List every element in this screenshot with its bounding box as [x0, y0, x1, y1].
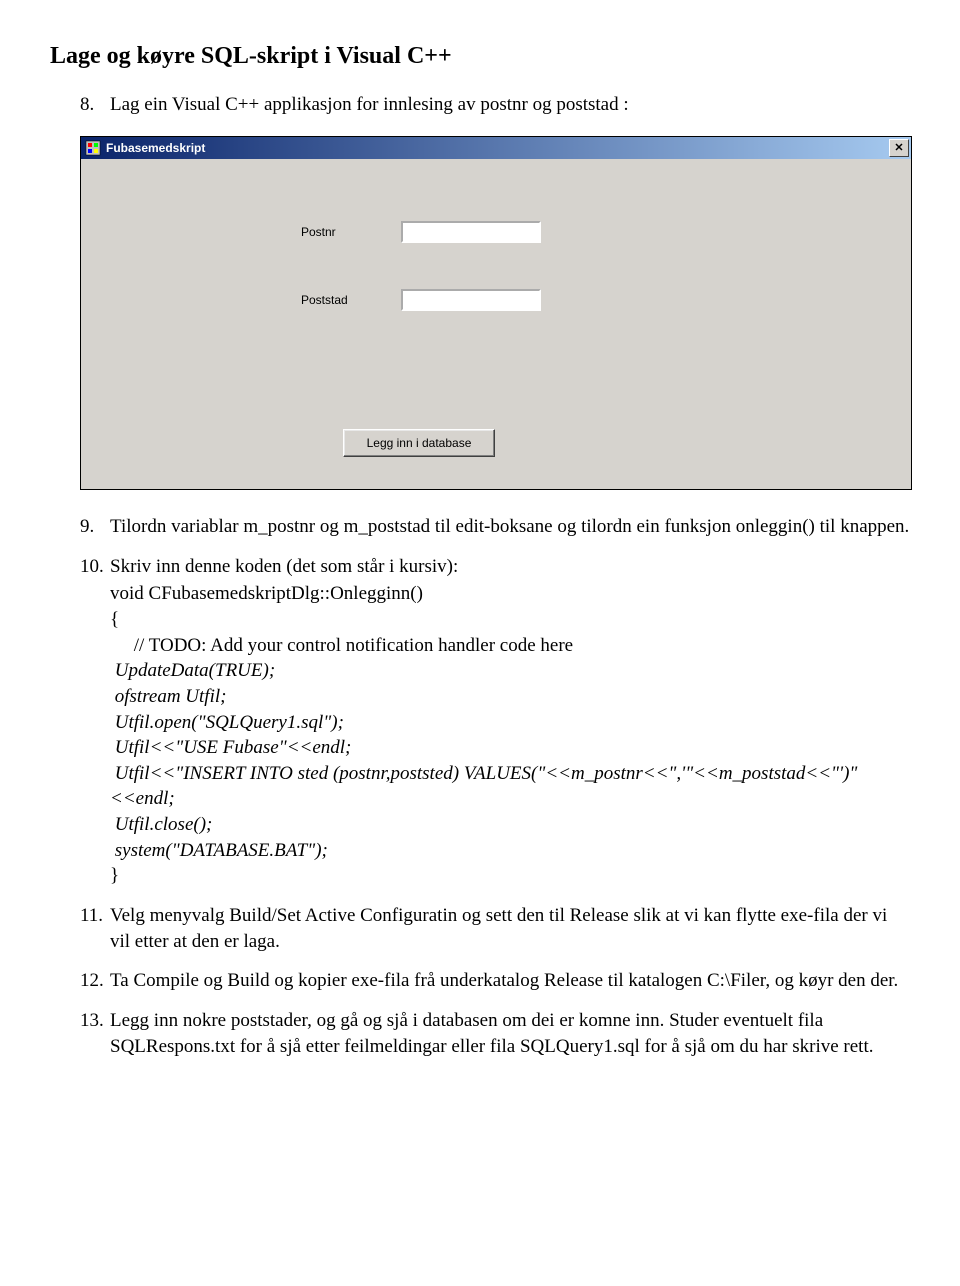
- list-text: Lag ein Visual C++ applikasjon for innle…: [110, 92, 910, 118]
- poststad-input[interactable]: [401, 289, 541, 311]
- code-line: }: [110, 863, 910, 889]
- code-line: Utfil.open("SQLQuery1.sql");: [110, 710, 910, 736]
- code-block: void CFubasemedskriptDlg::Onlegginn() { …: [110, 581, 910, 889]
- submit-button-label: Legg inn i database: [367, 435, 472, 451]
- submit-button[interactable]: Legg inn i database: [343, 429, 495, 457]
- postnr-input[interactable]: [401, 221, 541, 243]
- list-text: Ta Compile og Build og kopier exe-fila f…: [110, 968, 910, 994]
- close-icon: ✕: [894, 141, 903, 156]
- poststad-label: Poststad: [301, 292, 401, 308]
- code-line: system("DATABASE.BAT");: [110, 838, 910, 864]
- list-text: Tilordn variablar m_postnr og m_poststad…: [110, 514, 910, 540]
- list-number: 13.: [80, 1008, 110, 1059]
- list-text: Legg inn nokre poststader, og gå og sjå …: [110, 1008, 910, 1059]
- list-item-9: 9. Tilordn variablar m_postnr og m_posts…: [80, 514, 910, 540]
- dialog-body: Postnr Poststad Legg inn i database: [81, 159, 911, 489]
- dialog-titlebar: Fubasemedskript ✕: [81, 137, 911, 159]
- list-number: 8.: [80, 92, 110, 118]
- list-number: 9.: [80, 514, 110, 540]
- poststad-row: Poststad: [301, 289, 541, 311]
- code-line: Utfil<<"INSERT INTO sted (postnr,postste…: [110, 761, 910, 812]
- code-line: {: [110, 607, 910, 633]
- list-number: 10.: [80, 554, 110, 580]
- list-item-12: 12. Ta Compile og Build og kopier exe-fi…: [80, 968, 910, 994]
- dialog-title: Fubasemedskript: [106, 140, 205, 156]
- code-line: Utfil<<"USE Fubase"<<endl;: [110, 735, 910, 761]
- code-line: Utfil.close();: [110, 812, 910, 838]
- list-number: 12.: [80, 968, 110, 994]
- page-heading: Lage og køyre SQL-skript i Visual C++: [50, 40, 910, 72]
- screenshot-dialog: Fubasemedskript ✕ Postnr Poststad Le: [80, 136, 910, 490]
- list-text: Velg menyvalg Build/Set Active Configura…: [110, 903, 910, 954]
- code-line: // TODO: Add your control notification h…: [110, 633, 910, 659]
- dialog-window: Fubasemedskript ✕ Postnr Poststad Le: [80, 136, 912, 490]
- postnr-row: Postnr: [301, 221, 541, 243]
- list-number: 11.: [80, 903, 110, 954]
- list-item-13: 13. Legg inn nokre poststader, og gå og …: [80, 1008, 910, 1059]
- list-item-10: 10. Skriv inn denne koden (det som står …: [80, 554, 910, 580]
- dialog-title-area: Fubasemedskript: [85, 140, 205, 156]
- code-line: UpdateData(TRUE);: [110, 658, 910, 684]
- system-icon: [85, 140, 101, 156]
- list-item-8: 8. Lag ein Visual C++ applikasjon for in…: [80, 92, 910, 118]
- close-button[interactable]: ✕: [889, 139, 909, 157]
- postnr-label: Postnr: [301, 224, 401, 240]
- code-line: ofstream Utfil;: [110, 684, 910, 710]
- code-line: void CFubasemedskriptDlg::Onlegginn(): [110, 581, 910, 607]
- submit-row: Legg inn i database: [343, 429, 495, 457]
- ordered-list: 8. Lag ein Visual C++ applikasjon for in…: [50, 92, 910, 1059]
- list-item-11: 11. Velg menyvalg Build/Set Active Confi…: [80, 903, 910, 954]
- list-text: Skriv inn denne koden (det som står i ku…: [110, 554, 910, 580]
